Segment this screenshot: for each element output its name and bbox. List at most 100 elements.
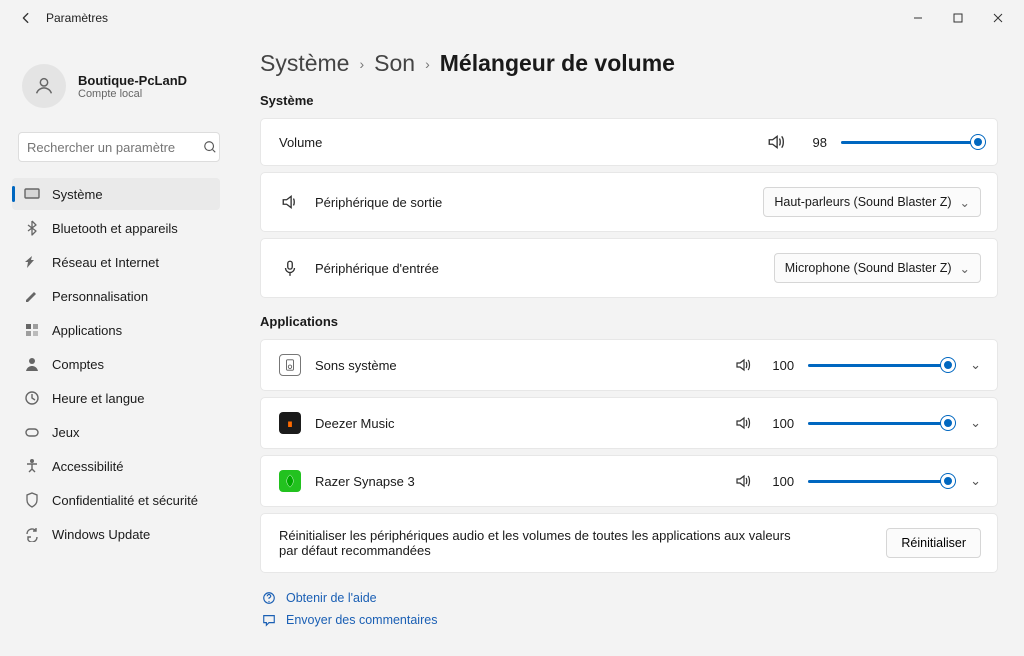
help-text: Obtenir de l'aide <box>286 591 377 605</box>
nav-bluetooth[interactable]: Bluetooth et appareils <box>12 212 220 244</box>
nav-time-language[interactable]: Heure et langue <box>12 382 220 414</box>
nav-system[interactable]: Système <box>12 178 220 210</box>
nav-network[interactable]: Réseau et Internet <box>12 246 220 278</box>
output-label: Périphérique de sortie <box>315 195 442 210</box>
microphone-icon <box>279 259 301 277</box>
chevron-down-icon: ⌄ <box>960 195 970 210</box>
network-icon <box>24 254 40 270</box>
app-name: Deezer Music <box>315 416 394 431</box>
account-type: Compte local <box>78 88 187 100</box>
help-link[interactable]: Obtenir de l'aide <box>262 591 998 605</box>
nav-label: Windows Update <box>52 527 150 542</box>
system-sounds-icon <box>279 354 301 376</box>
breadcrumb: Système › Son › Mélangeur de volume <box>260 46 998 87</box>
nav-gaming[interactable]: Jeux <box>12 416 220 448</box>
input-label: Périphérique d'entrée <box>315 261 439 276</box>
razer-icon <box>279 470 301 492</box>
app-volume-value: 100 <box>768 474 794 489</box>
nav-privacy[interactable]: Confidentialité et sécurité <box>12 484 220 516</box>
nav-accounts[interactable]: Comptes <box>12 348 220 380</box>
app-volume-slider[interactable] <box>808 414 948 432</box>
deezer-icon: ∎ <box>279 412 301 434</box>
input-device-value: Microphone (Sound Blaster Z) <box>785 261 952 275</box>
apps-icon <box>24 322 40 338</box>
chevron-down-icon[interactable]: ⌄ <box>970 357 981 373</box>
maximize-button[interactable] <box>938 4 978 32</box>
app-row-system-sounds: Sons système 100 ⌄ <box>260 339 998 391</box>
feedback-text: Envoyer des commentaires <box>286 613 437 627</box>
accessibility-icon <box>24 458 40 474</box>
update-icon <box>24 526 40 542</box>
account-name: Boutique-PcLanD <box>78 73 187 88</box>
nav-accessibility[interactable]: Accessibilité <box>12 450 220 482</box>
crumb-system[interactable]: Système <box>260 50 349 77</box>
privacy-icon <box>24 492 40 508</box>
output-device-select[interactable]: Haut-parleurs (Sound Blaster Z) ⌄ <box>763 187 981 217</box>
account-block[interactable]: Boutique-PcLanD Compte local <box>12 46 230 132</box>
volume-slider[interactable] <box>841 133 981 151</box>
nav-personalization[interactable]: Personnalisation <box>12 280 220 312</box>
nav-list: Système Bluetooth et appareils Réseau et… <box>12 178 230 550</box>
time-icon <box>24 390 40 406</box>
nav-windows-update[interactable]: Windows Update <box>12 518 220 550</box>
content: Système › Son › Mélangeur de volume Syst… <box>230 36 1024 656</box>
feedback-icon <box>262 613 276 627</box>
sidebar: Boutique-PcLanD Compte local Système Blu… <box>0 36 230 656</box>
section-system-label: Système <box>260 93 998 108</box>
volume-card: Volume 98 <box>260 118 998 166</box>
app-row-razer: Razer Synapse 3 100 ⌄ <box>260 455 998 507</box>
nav-label: Applications <box>52 323 122 338</box>
volume-value: 98 <box>801 135 827 150</box>
search-box[interactable] <box>18 132 220 162</box>
nav-label: Réseau et Internet <box>52 255 159 270</box>
system-icon <box>24 186 40 202</box>
app-volume-slider[interactable] <box>808 356 948 374</box>
minimize-button[interactable] <box>898 4 938 32</box>
personalization-icon <box>24 288 40 304</box>
nav-label: Comptes <box>52 357 104 372</box>
gaming-icon <box>24 424 40 440</box>
chevron-right-icon: › <box>359 56 364 72</box>
output-device-value: Haut-parleurs (Sound Blaster Z) <box>774 195 951 209</box>
nav-label: Jeux <box>52 425 79 440</box>
speaker-icon[interactable] <box>732 473 754 489</box>
nav-label: Bluetooth et appareils <box>52 221 178 236</box>
feedback-link[interactable]: Envoyer des commentaires <box>262 613 998 627</box>
app-volume-value: 100 <box>768 416 794 431</box>
app-name: Razer Synapse 3 <box>315 474 415 489</box>
nav-label: Accessibilité <box>52 459 124 474</box>
avatar <box>22 64 66 108</box>
input-device-card: Périphérique d'entrée Microphone (Sound … <box>260 238 998 298</box>
nav-label: Heure et langue <box>52 391 145 406</box>
accounts-icon <box>24 356 40 372</box>
chevron-down-icon: ⌄ <box>960 261 970 276</box>
crumb-mixer: Mélangeur de volume <box>440 50 675 77</box>
search-icon <box>203 140 217 154</box>
app-volume-slider[interactable] <box>808 472 948 490</box>
app-row-deezer: ∎ Deezer Music 100 ⌄ <box>260 397 998 449</box>
section-apps-label: Applications <box>260 314 998 329</box>
speaker-icon <box>279 193 301 211</box>
bluetooth-icon <box>24 220 40 236</box>
reset-button[interactable]: Réinitialiser <box>886 528 981 558</box>
speaker-icon[interactable] <box>765 133 787 151</box>
reset-card: Réinitialiser les périphériques audio et… <box>260 513 998 573</box>
nav-label: Système <box>52 187 103 202</box>
input-device-select[interactable]: Microphone (Sound Blaster Z) ⌄ <box>774 253 981 283</box>
app-name: Sons système <box>315 358 397 373</box>
search-input[interactable] <box>27 140 203 155</box>
back-button[interactable] <box>14 6 38 30</box>
speaker-icon[interactable] <box>732 357 754 373</box>
chevron-down-icon[interactable]: ⌄ <box>970 473 981 489</box>
chevron-down-icon[interactable]: ⌄ <box>970 415 981 431</box>
help-icon <box>262 591 276 605</box>
footer-links: Obtenir de l'aide Envoyer des commentair… <box>262 591 998 627</box>
nav-apps[interactable]: Applications <box>12 314 220 346</box>
nav-label: Confidentialité et sécurité <box>52 493 198 508</box>
reset-description: Réinitialiser les périphériques audio et… <box>279 528 799 558</box>
volume-label: Volume <box>279 135 322 150</box>
crumb-sound[interactable]: Son <box>374 50 415 77</box>
speaker-icon[interactable] <box>732 415 754 431</box>
close-button[interactable] <box>978 4 1018 32</box>
app-volume-value: 100 <box>768 358 794 373</box>
